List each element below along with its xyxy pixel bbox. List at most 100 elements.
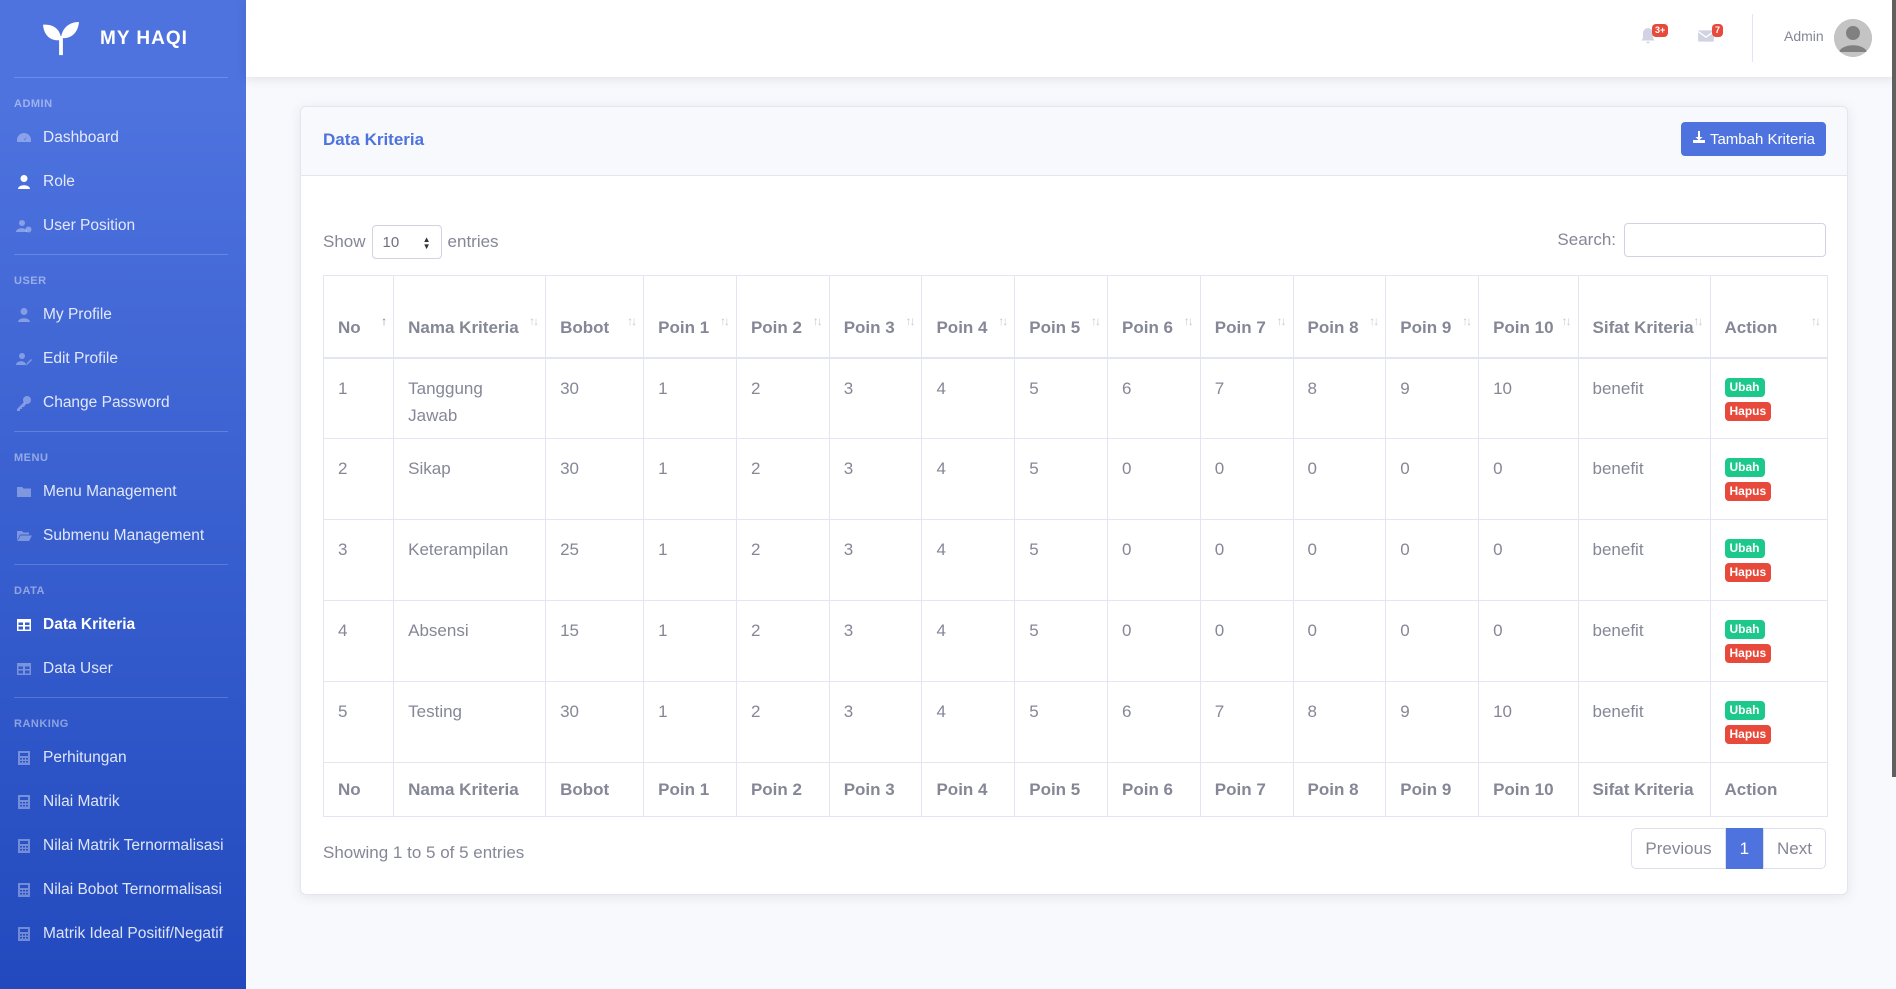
sidebar-item-matrik-ideal-positif-negatif[interactable]: Matrik Ideal Positif/Negatif bbox=[0, 912, 246, 956]
delete-button[interactable]: Hapus bbox=[1724, 725, 1772, 744]
edit-button[interactable]: Ubah bbox=[1724, 458, 1765, 477]
edit-button[interactable]: Ubah bbox=[1724, 701, 1765, 720]
sidebar-item-label: Change Password bbox=[43, 394, 170, 411]
column-header-label: Sifat Kriteria bbox=[1592, 317, 1694, 337]
table-cell: 9 bbox=[1385, 357, 1480, 439]
sidebar-item-menu-management[interactable]: Menu Management bbox=[0, 470, 246, 514]
table-cell: 3 bbox=[828, 681, 923, 763]
footer-row: No Nama Kriteria Bobot Poin 1 Poin 2 Poin 3 Po… bbox=[322, 762, 1829, 817]
column-header-poin-3[interactable]: Poin 3 ↑↓ bbox=[828, 275, 923, 359]
action-cell: Ubah Hapus bbox=[1709, 600, 1829, 682]
edit-button[interactable]: Ubah bbox=[1724, 377, 1765, 397]
table-cell: 3 bbox=[828, 357, 923, 439]
sidebar-item-nilai-matrik-ternormalisasi[interactable]: Nilai Matrik Ternormalisasi bbox=[0, 824, 246, 868]
edit-button[interactable]: Ubah bbox=[1724, 620, 1765, 639]
sidebar-divider bbox=[14, 431, 228, 432]
column-header-label: No bbox=[338, 317, 361, 337]
sidebar-item-label: Submenu Management bbox=[43, 527, 205, 544]
column-header-label: Poin 7 bbox=[1214, 317, 1266, 337]
search-input[interactable] bbox=[1624, 223, 1826, 257]
sidebar-nav: ADMIN Dashboard Role User Position USER My Pr… bbox=[0, 92, 246, 956]
table-cell: 0 bbox=[1292, 600, 1387, 682]
table-cell: benefit bbox=[1577, 681, 1711, 763]
table-cell: 8 bbox=[1292, 357, 1387, 439]
column-header-poin-5[interactable]: Poin 5 ↑↓ bbox=[1014, 275, 1108, 359]
column-header-sifat-kriteria[interactable]: Sifat Kriteria ↑↓ bbox=[1577, 275, 1711, 359]
column-header-poin-1[interactable]: Poin 1 ↑↓ bbox=[643, 275, 737, 359]
sidebar-item-edit-profile[interactable]: Edit Profile bbox=[0, 337, 246, 381]
sidebar-item-role[interactable]: Role bbox=[0, 160, 246, 204]
sort-asc-icon: ↑ bbox=[381, 313, 387, 328]
table-cell: 0 bbox=[1107, 438, 1201, 520]
user-name[interactable]: Admin bbox=[1784, 28, 1824, 44]
previous-button[interactable]: Previous bbox=[1631, 828, 1726, 869]
column-header-nama-kriteria[interactable]: Nama Kriteria ↑↓ bbox=[393, 275, 547, 359]
sidebar-item-submenu-management[interactable]: Submenu Management bbox=[0, 514, 246, 558]
table-cell: 2 bbox=[735, 519, 830, 601]
column-footer: Poin 6 bbox=[1107, 762, 1201, 817]
select-arrows-icon: ▲ ▼ bbox=[422, 235, 431, 251]
sidebar-item-my-profile[interactable]: My Profile bbox=[0, 293, 246, 337]
sidebar-item-data-kriteria[interactable]: Data Kriteria bbox=[0, 603, 246, 647]
column-header-label: Poin 2 bbox=[750, 317, 802, 337]
action-cell: Ubah Hapus bbox=[1709, 681, 1829, 763]
calculator-icon bbox=[15, 882, 33, 898]
column-header-poin-7[interactable]: Poin 7 ↑↓ bbox=[1199, 275, 1294, 359]
column-header-action[interactable]: Action ↑↓ bbox=[1709, 275, 1829, 359]
page-1-button[interactable]: 1 bbox=[1725, 828, 1764, 869]
card-title: Data Kriteria bbox=[323, 130, 425, 149]
delete-button[interactable]: Hapus bbox=[1724, 401, 1772, 421]
alerts-button[interactable]: 3+ bbox=[1639, 24, 1669, 47]
sidebar-item-nilai-matrik[interactable]: Nilai Matrik bbox=[0, 780, 246, 824]
table-cell: 4 bbox=[921, 519, 1016, 601]
column-header-label: Nama Kriteria bbox=[408, 317, 519, 337]
table-cell: benefit bbox=[1577, 600, 1711, 682]
page-scrollbar[interactable] bbox=[1892, 0, 1896, 777]
delete-button[interactable]: Hapus bbox=[1724, 644, 1772, 663]
sidebar-item-nilai-bobot-ternormalisasi[interactable]: Nilai Bobot Ternormalisasi bbox=[0, 868, 246, 912]
table-cell: 5 bbox=[1014, 438, 1108, 520]
table-cell: 0 bbox=[1385, 519, 1480, 601]
download-icon bbox=[1692, 130, 1706, 148]
sidebar-item-user-position[interactable]: User Position bbox=[0, 204, 246, 248]
action-buttons: Ubah Hapus bbox=[1724, 536, 1813, 582]
table-cell: 5 bbox=[322, 681, 395, 763]
table-cell: 1 bbox=[643, 438, 737, 520]
sidebar-item-change-password[interactable]: Change Password bbox=[0, 381, 246, 425]
column-header-poin-9[interactable]: Poin 9 ↑↓ bbox=[1385, 275, 1480, 359]
kriteria-table: No ↑ Nama Kriteria ↑↓ Bobot ↑↓ Poin 1 ↑↓ Poin 2 ↑… bbox=[322, 275, 1829, 817]
column-header-poin-10[interactable]: Poin 10 ↑↓ bbox=[1478, 275, 1579, 359]
sidebar-item-perhitungan[interactable]: Perhitungan bbox=[0, 736, 246, 780]
column-footer: Action bbox=[1709, 762, 1829, 817]
sidebar-item-data-user[interactable]: Data User bbox=[0, 647, 246, 691]
sort-icon: ↑↓ bbox=[1369, 313, 1379, 328]
column-header-label: Action bbox=[1724, 317, 1778, 337]
messages-button[interactable]: 7 bbox=[1697, 24, 1724, 47]
sidebar-item-label: Nilai Matrik Ternormalisasi bbox=[43, 837, 224, 854]
sidebar-item-dashboard[interactable]: Dashboard bbox=[0, 116, 246, 160]
column-header-poin-2[interactable]: Poin 2 ↑↓ bbox=[735, 275, 830, 359]
sidebar-item-label: Dashboard bbox=[43, 129, 119, 146]
column-header-bobot[interactable]: Bobot ↑↓ bbox=[545, 275, 645, 359]
page-length-select[interactable]: 10 ▲ ▼ bbox=[371, 225, 442, 259]
next-button[interactable]: Next bbox=[1763, 828, 1826, 869]
table-cell: 0 bbox=[1199, 438, 1294, 520]
sort-icon: ↑↓ bbox=[1183, 313, 1194, 328]
edit-button[interactable]: Ubah bbox=[1724, 539, 1765, 558]
table-row: 1 Tanggung Jawab 30 1 2 3 4 5 6 7 8 9 10 benefit Ubah H… bbox=[322, 357, 1829, 439]
add-kriteria-button[interactable]: Tambah Kriteria bbox=[1680, 122, 1826, 156]
sidebar-item-label: Data User bbox=[43, 660, 113, 677]
delete-button[interactable]: Hapus bbox=[1724, 563, 1772, 582]
alerts-badge: 3+ bbox=[1652, 24, 1669, 37]
column-header-no[interactable]: No ↑ bbox=[322, 275, 395, 359]
avatar[interactable] bbox=[1834, 19, 1872, 57]
column-header-poin-6[interactable]: Poin 6 ↑↓ bbox=[1107, 275, 1201, 359]
sidebar-item-label: Nilai Bobot Ternormalisasi bbox=[43, 881, 222, 898]
table-cell: 0 bbox=[1478, 600, 1579, 682]
column-header-poin-4[interactable]: Poin 4 ↑↓ bbox=[921, 275, 1016, 359]
column-header-poin-8[interactable]: Poin 8 ↑↓ bbox=[1292, 275, 1387, 359]
sidebar-item-label: Matrik Ideal Positif/Negatif bbox=[43, 925, 224, 942]
table-cell: 5 bbox=[1014, 357, 1108, 439]
delete-button[interactable]: Hapus bbox=[1724, 482, 1772, 501]
sidebar-brand[interactable]: MY HAQI bbox=[0, 0, 246, 77]
